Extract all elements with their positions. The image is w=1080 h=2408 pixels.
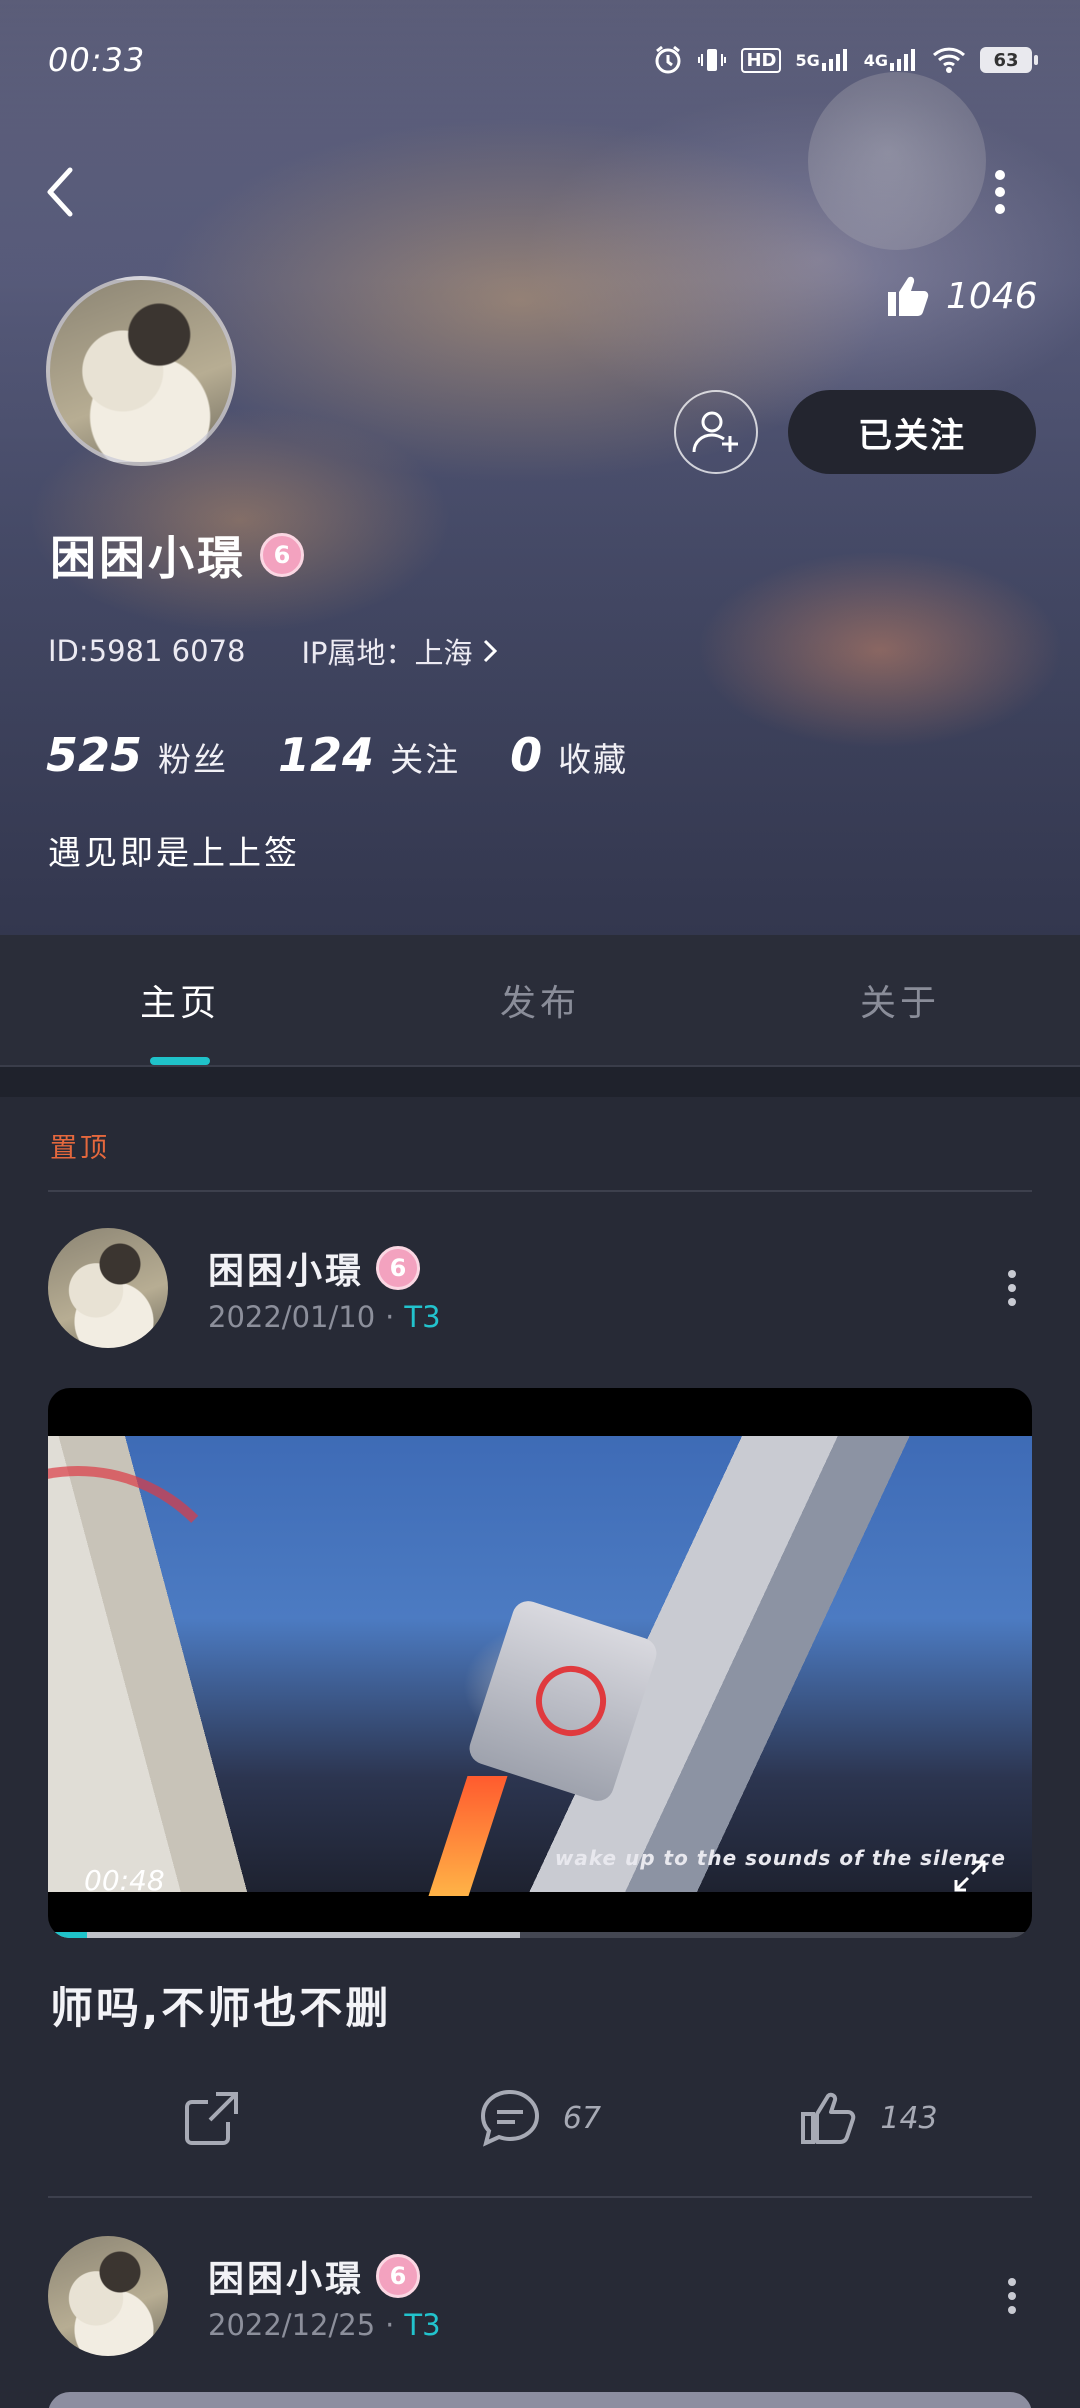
thumbs-up-icon [801,2092,856,2144]
post-author-avatar[interactable] [48,1228,168,1348]
alarm-icon [653,45,683,75]
status-bar: 00:33 HD 5G 4G 63 [0,0,1080,120]
like-button[interactable]: 143 [704,2076,1032,2160]
wifi-icon [932,46,966,74]
ip-location-link[interactable]: IP属地：上海 [301,630,498,672]
post-header: 困困小璟 6 2022/12/25 · T3 [48,2236,1032,2356]
signal-4g-icon: 4G [864,49,918,71]
profile-cover: 00:33 HD 5G 4G 63 1046 已关注 困困小璟 6 ID:598… [0,0,1080,935]
hd-icon: HD [741,47,782,73]
active-tab-indicator [150,1057,210,1065]
post-author-name[interactable]: 困困小璟 [208,2250,364,2302]
pinned-label: 置顶 [50,1133,110,1164]
battery-icon: 63 [980,47,1038,73]
video-thumbnail [48,1436,1032,1896]
chevron-left-icon [47,167,73,217]
video-progress-fill [48,1932,87,1938]
divider [48,2196,1032,2198]
video-player[interactable]: wake up to the sounds of the silence 00:… [48,1388,1032,1938]
post-date: 2022/01/10 [208,1300,376,1334]
divider [48,1190,1032,1192]
post-header: 困困小璟 6 2022/01/10 · T3 [48,1228,1032,1348]
user-id: ID:5981 6078 [48,634,246,668]
chevron-right-icon [483,639,497,663]
post-tag[interactable]: T3 [404,2308,440,2342]
favorites-stat[interactable]: 0 收藏 [510,728,628,782]
share-icon [185,2092,238,2145]
add-user-icon [692,411,738,453]
level-badge: 6 [260,533,304,577]
like-count: 143 [880,2100,938,2136]
level-badge: 6 [376,2254,421,2298]
status-time: 00:33 [48,41,146,79]
post-tag[interactable]: T3 [404,1300,440,1334]
following-stat[interactable]: 124 关注 [278,728,460,782]
post-date: 2022/12/25 [208,2308,376,2342]
post-media-preview[interactable] [48,2392,1032,2408]
post-more-button[interactable] [992,2266,1032,2326]
vibrate-icon [697,45,727,75]
add-friend-button[interactable] [674,390,758,474]
thumbs-up-icon [888,276,929,316]
share-button[interactable] [48,2076,376,2160]
comment-button[interactable]: 67 [376,2076,704,2160]
post-text[interactable]: 师吗,不师也不删 [50,1974,391,2036]
tab-home[interactable]: 主页 [0,935,360,1065]
tab-about[interactable]: 关于 [720,935,1080,1065]
comment-count: 67 [562,2100,602,2136]
video-progress-buffered [48,1932,520,1938]
fullscreen-button[interactable] [952,1858,988,1894]
profile-bio: 遇见即是上上签 [48,833,300,872]
more-vertical-icon [1008,2278,1016,2314]
post-author-name[interactable]: 困困小璟 [208,1242,364,1294]
post-more-button[interactable] [992,1258,1032,1318]
fans-stat[interactable]: 525 粉丝 [46,728,228,782]
likes-total: 1046 [884,272,1038,320]
level-badge: 6 [376,1246,421,1290]
fullscreen-icon [954,1860,986,1892]
more-vertical-icon [1008,1270,1016,1306]
tab-posts[interactable]: 发布 [360,935,720,1065]
username: 困困小璟 [50,531,246,585]
follow-button[interactable]: 已关注 [788,390,1036,474]
more-options-button[interactable] [980,160,1020,224]
more-vertical-icon [995,170,1005,214]
profile-tabs: 主页 发布 关于 [0,935,1080,1067]
profile-avatar[interactable] [46,276,236,466]
video-duration: 00:48 [84,1864,165,1897]
back-button[interactable] [44,160,88,224]
post-actions: 67 143 [48,2076,1032,2160]
signal-5g-icon: 5G [795,49,849,71]
comment-icon [480,2089,539,2147]
post-author-avatar[interactable] [48,2236,168,2356]
video-caption: wake up to the sounds of the silence [554,1846,1006,1870]
